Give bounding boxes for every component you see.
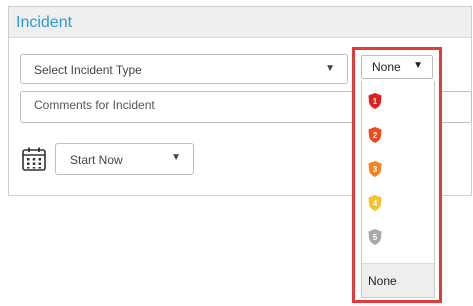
- start-now-select[interactable]: Start Now ▼: [55, 143, 194, 175]
- comments-placeholder: Comments for Incident: [34, 98, 155, 112]
- shield-icon: 2: [368, 127, 382, 143]
- priority-number: 4: [373, 199, 378, 208]
- priority-dropdown-list: 1 2 3 4 5 None: [361, 81, 435, 298]
- caret-down-icon: ▼: [413, 60, 423, 71]
- panel-title: Incident: [16, 14, 73, 31]
- panel-header: Incident: [9, 7, 471, 38]
- start-now-value: Start Now: [70, 153, 123, 167]
- priority-number: 1: [373, 97, 378, 106]
- shield-icon: 5: [368, 229, 382, 245]
- calendar-icon[interactable]: [21, 146, 47, 172]
- incident-type-select[interactable]: Select Incident Type ▼: [20, 54, 348, 84]
- caret-down-icon: ▼: [325, 63, 335, 74]
- priority-number: 3: [373, 165, 378, 174]
- shield-icon: 3: [368, 161, 382, 177]
- priority-option-none[interactable]: None: [362, 263, 434, 297]
- priority-number: 5: [373, 233, 378, 242]
- shield-icon: 4: [368, 195, 382, 211]
- priority-option-2[interactable]: 2: [362, 119, 434, 151]
- priority-option-3[interactable]: 3: [362, 153, 434, 185]
- shield-icon: 1: [368, 93, 382, 109]
- priority-dropdown-highlight: None ▼ 1 2 3 4 5 None: [352, 47, 442, 303]
- priority-option-1[interactable]: 1: [362, 85, 434, 117]
- priority-selected-value: None: [372, 60, 401, 74]
- priority-number: 2: [373, 131, 378, 140]
- priority-option-4[interactable]: 4: [362, 187, 434, 219]
- incident-type-placeholder: Select Incident Type: [34, 63, 142, 77]
- caret-down-icon: ▼: [171, 152, 181, 163]
- priority-option-none-label: None: [368, 274, 397, 288]
- priority-select[interactable]: None ▼: [361, 55, 433, 79]
- priority-option-5[interactable]: 5: [362, 221, 434, 253]
